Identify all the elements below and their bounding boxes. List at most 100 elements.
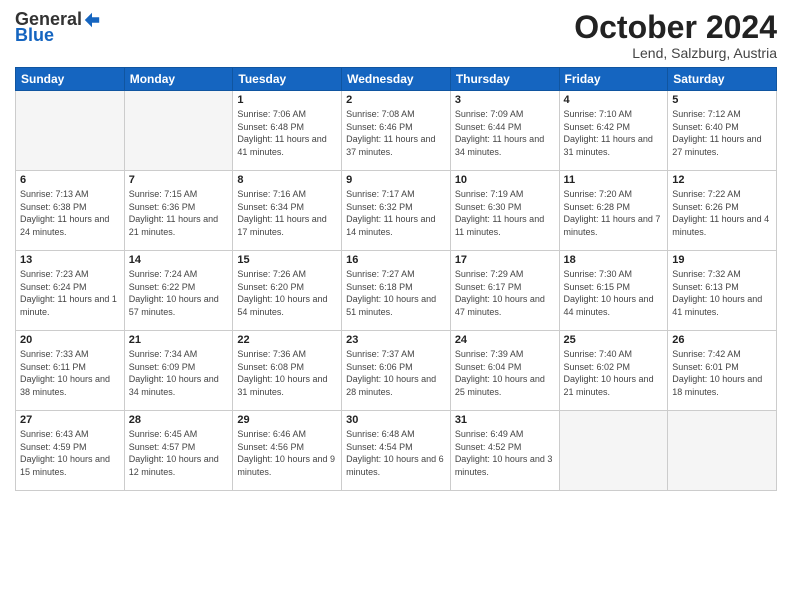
day-info: Sunrise: 6:49 AMSunset: 4:52 PMDaylight:… (455, 428, 555, 478)
calendar-day-cell: 1Sunrise: 7:06 AMSunset: 6:48 PMDaylight… (233, 91, 342, 171)
day-info: Sunrise: 7:12 AMSunset: 6:40 PMDaylight:… (672, 108, 772, 158)
day-number: 2 (346, 94, 446, 106)
calendar-day-cell: 15Sunrise: 7:26 AMSunset: 6:20 PMDayligh… (233, 251, 342, 331)
day-number: 18 (564, 254, 664, 266)
day-number: 30 (346, 414, 446, 426)
calendar-day-cell: 26 Sunrise: 7:42 AMSunset: 6:01 PMDayligh… (668, 331, 777, 411)
calendar-day-cell: 29Sunrise: 6:46 AMSunset: 4:56 PMDayligh… (233, 411, 342, 491)
col-tuesday: Tuesday (233, 68, 342, 91)
col-friday: Friday (559, 68, 668, 91)
location-title: Lend, Salzburg, Austria (574, 45, 777, 61)
calendar-week-row: 27 Sunrise: 6:43 AMSunset: 4:59 PMDayligh… (16, 411, 777, 491)
day-number: 27 (20, 414, 120, 426)
day-info: Sunrise: 7:13 AMSunset: 6:38 PMDaylight:… (20, 188, 120, 238)
day-number: 9 (346, 174, 446, 186)
calendar-header-row: Sunday Monday Tuesday Wednesday Thursday… (16, 68, 777, 91)
day-number: 11 (564, 174, 664, 186)
calendar-day-cell: 30 Sunrise: 6:48 AMSunset: 4:54 PMDayligh… (342, 411, 451, 491)
day-number: 6 (20, 174, 120, 186)
col-thursday: Thursday (450, 68, 559, 91)
col-saturday: Saturday (668, 68, 777, 91)
col-monday: Monday (124, 68, 233, 91)
calendar-day-cell: 28Sunrise: 6:45 AMSunset: 4:57 PMDayligh… (124, 411, 233, 491)
day-info: Sunrise: 7:33 AMSunset: 6:11 PMDaylight:… (20, 348, 120, 398)
day-number: 15 (237, 254, 337, 266)
calendar-week-row: 13 Sunrise: 7:23 AMSunset: 6:24 PMDayligh… (16, 251, 777, 331)
day-info: Sunrise: 7:27 AMSunset: 6:18 PMDaylight:… (346, 268, 446, 318)
day-number: 31 (455, 414, 555, 426)
calendar-day-cell: 31 Sunrise: 6:49 AMSunset: 4:52 PMDayligh… (450, 411, 559, 491)
day-info: Sunrise: 7:34 AMSunset: 6:09 PMDaylight:… (129, 348, 229, 398)
calendar-day-cell: 18 Sunrise: 7:30 AMSunset: 6:15 PMDayligh… (559, 251, 668, 331)
day-number: 20 (20, 334, 120, 346)
day-info: Sunrise: 7:24 AMSunset: 6:22 PMDaylight:… (129, 268, 229, 318)
day-number: 7 (129, 174, 229, 186)
calendar-day-cell (124, 91, 233, 171)
day-info: Sunrise: 7:06 AMSunset: 6:48 PMDaylight:… (237, 108, 337, 158)
calendar-day-cell (16, 91, 125, 171)
day-number: 25 (564, 334, 664, 346)
calendar-day-cell: 22 Sunrise: 7:36 AMSunset: 6:08 PMDayligh… (233, 331, 342, 411)
day-info: Sunrise: 7:39 AMSunset: 6:04 PMDaylight:… (455, 348, 555, 398)
header-row: General Blue October 2024 Lend, Salzburg… (15, 10, 777, 61)
day-info: Sunrise: 7:32 AMSunset: 6:13 PMDaylight:… (672, 268, 772, 318)
day-number: 13 (20, 254, 120, 266)
day-info: Sunrise: 7:19 AMSunset: 6:30 PMDaylight:… (455, 188, 555, 238)
logo-arrow-icon (83, 11, 101, 29)
calendar-table: Sunday Monday Tuesday Wednesday Thursday… (15, 67, 777, 491)
day-info: Sunrise: 6:45 AMSunset: 4:57 PMDaylight:… (129, 428, 229, 478)
day-info: Sunrise: 7:23 AMSunset: 6:24 PMDaylight:… (20, 268, 120, 318)
logo-blue: Blue (15, 26, 54, 46)
calendar-day-cell: 5Sunrise: 7:12 AMSunset: 6:40 PMDaylight… (668, 91, 777, 171)
calendar-day-cell: 14 Sunrise: 7:24 AMSunset: 6:22 PMDayligh… (124, 251, 233, 331)
day-info: Sunrise: 7:15 AMSunset: 6:36 PMDaylight:… (129, 188, 229, 238)
month-title: October 2024 (574, 10, 777, 45)
calendar-day-cell: 8Sunrise: 7:16 AMSunset: 6:34 PMDaylight… (233, 171, 342, 251)
day-info: Sunrise: 6:43 AMSunset: 4:59 PMDaylight:… (20, 428, 120, 478)
day-number: 14 (129, 254, 229, 266)
calendar-day-cell: 6 Sunrise: 7:13 AMSunset: 6:38 PMDaylight… (16, 171, 125, 251)
calendar-day-cell: 7 Sunrise: 7:15 AMSunset: 6:36 PMDaylight… (124, 171, 233, 251)
day-number: 8 (237, 174, 337, 186)
day-number: 17 (455, 254, 555, 266)
day-number: 29 (237, 414, 337, 426)
calendar-day-cell: 11Sunrise: 7:20 AMSunset: 6:28 PMDayligh… (559, 171, 668, 251)
calendar-day-cell: 25 Sunrise: 7:40 AMSunset: 6:02 PMDayligh… (559, 331, 668, 411)
day-number: 26 (672, 334, 772, 346)
day-number: 19 (672, 254, 772, 266)
day-number: 21 (129, 334, 229, 346)
calendar-day-cell: 12 Sunrise: 7:22 AMSunset: 6:26 PMDayligh… (668, 171, 777, 251)
calendar-day-cell: 9 Sunrise: 7:17 AMSunset: 6:32 PMDaylight… (342, 171, 451, 251)
day-number: 4 (564, 94, 664, 106)
day-number: 22 (237, 334, 337, 346)
day-number: 23 (346, 334, 446, 346)
day-info: Sunrise: 7:40 AMSunset: 6:02 PMDaylight:… (564, 348, 664, 398)
day-info: Sunrise: 7:17 AMSunset: 6:32 PMDaylight:… (346, 188, 446, 238)
day-number: 3 (455, 94, 555, 106)
calendar-day-cell: 4 Sunrise: 7:10 AMSunset: 6:42 PMDaylight… (559, 91, 668, 171)
day-info: Sunrise: 7:10 AMSunset: 6:42 PMDaylight:… (564, 108, 664, 158)
calendar-day-cell: 3 Sunrise: 7:09 AMSunset: 6:44 PMDaylight… (450, 91, 559, 171)
day-info: Sunrise: 7:08 AMSunset: 6:46 PMDaylight:… (346, 108, 446, 158)
col-sunday: Sunday (16, 68, 125, 91)
calendar-day-cell: 24 Sunrise: 7:39 AMSunset: 6:04 PMDayligh… (450, 331, 559, 411)
calendar-day-cell: 23Sunrise: 7:37 AMSunset: 6:06 PMDayligh… (342, 331, 451, 411)
calendar-day-cell: 21 Sunrise: 7:34 AMSunset: 6:09 PMDayligh… (124, 331, 233, 411)
calendar-week-row: 20 Sunrise: 7:33 AMSunset: 6:11 PMDayligh… (16, 331, 777, 411)
day-number: 12 (672, 174, 772, 186)
day-info: Sunrise: 6:48 AMSunset: 4:54 PMDaylight:… (346, 428, 446, 478)
calendar-day-cell: 27 Sunrise: 6:43 AMSunset: 4:59 PMDayligh… (16, 411, 125, 491)
day-number: 24 (455, 334, 555, 346)
calendar-week-row: 1Sunrise: 7:06 AMSunset: 6:48 PMDaylight… (16, 91, 777, 171)
day-info: Sunrise: 7:29 AMSunset: 6:17 PMDaylight:… (455, 268, 555, 318)
day-info: Sunrise: 7:42 AMSunset: 6:01 PMDaylight:… (672, 348, 772, 398)
day-info: Sunrise: 7:30 AMSunset: 6:15 PMDaylight:… (564, 268, 664, 318)
day-info: Sunrise: 7:09 AMSunset: 6:44 PMDaylight:… (455, 108, 555, 158)
day-info: Sunrise: 7:22 AMSunset: 6:26 PMDaylight:… (672, 188, 772, 238)
logo: General Blue (15, 10, 102, 46)
day-info: Sunrise: 7:36 AMSunset: 6:08 PMDaylight:… (237, 348, 337, 398)
day-number: 10 (455, 174, 555, 186)
main-container: General Blue October 2024 Lend, Salzburg… (0, 0, 792, 501)
calendar-day-cell: 2 Sunrise: 7:08 AMSunset: 6:46 PMDaylight… (342, 91, 451, 171)
day-number: 16 (346, 254, 446, 266)
